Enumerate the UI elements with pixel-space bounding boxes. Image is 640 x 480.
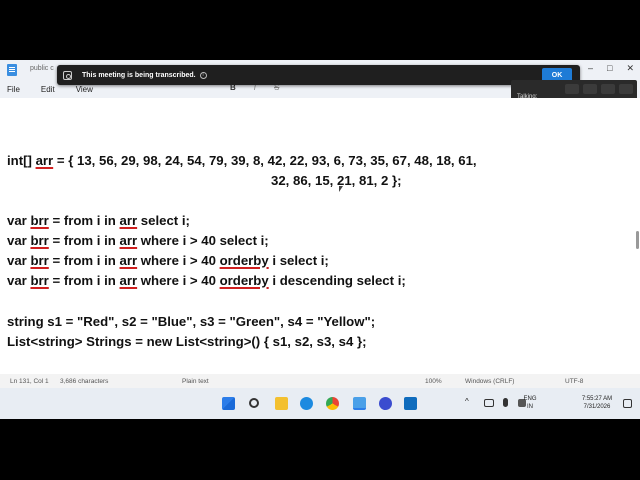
code-line-1: int[] arr = { 13, 56, 29, 98, 24, 54, 79… xyxy=(7,153,477,168)
text-format: Plain text xyxy=(182,378,209,385)
zoom-level[interactable]: 100% xyxy=(425,378,442,385)
misspelled-word: arr xyxy=(119,213,138,228)
transcription-banner: This meeting is being transcribed. i OK xyxy=(57,65,580,85)
banner-message: This meeting is being transcribed. xyxy=(82,71,196,79)
notification-icon[interactable] xyxy=(623,399,632,408)
notepad-icon xyxy=(7,64,17,76)
start-icon[interactable] xyxy=(222,397,235,410)
misspelled-word: brr xyxy=(30,213,49,228)
clock-date: 7/31/2026 xyxy=(583,404,611,410)
menu-view[interactable]: View xyxy=(76,85,93,94)
menu-edit[interactable]: Edit xyxy=(41,85,55,94)
code-token: int[] xyxy=(7,153,36,168)
code-line-3: var brr = from i in arr select i; xyxy=(7,213,190,228)
clock[interactable]: 7:55:27 AM 7/31/2026 xyxy=(575,395,619,411)
code-token: var xyxy=(7,273,31,288)
minimize-button[interactable]: – xyxy=(588,63,593,74)
code-token: var xyxy=(7,253,31,268)
code-token: = { 13, 56, 29, 98, 24, 54, 79, 39, 8, 4… xyxy=(53,153,477,168)
tray-chevron-icon[interactable]: ^ xyxy=(465,398,469,406)
language-indicator[interactable]: ENG IN xyxy=(520,395,540,411)
tab-title[interactable]: public c xyxy=(30,65,54,72)
microphone-tray-icon[interactable] xyxy=(503,398,508,407)
microphone-icon[interactable] xyxy=(583,84,597,94)
meeting-app-icon[interactable] xyxy=(379,397,392,410)
window-controls: – □ ✕ xyxy=(588,63,634,74)
code-token: where i > 40 select i; xyxy=(137,233,269,248)
search-icon[interactable] xyxy=(249,398,259,408)
info-icon[interactable]: i xyxy=(199,71,207,79)
code-token: i select i; xyxy=(268,253,329,268)
code-token: = from i in xyxy=(48,213,120,228)
maximize-button[interactable]: □ xyxy=(607,63,612,74)
misspelled-word: arr xyxy=(119,253,138,268)
misspelled-word: brr xyxy=(30,233,49,248)
misspelled-word: brr xyxy=(30,273,49,288)
code-line-8: List<string> Strings = new List<string>(… xyxy=(7,334,367,349)
meeting-controls xyxy=(565,84,633,94)
code-token: var xyxy=(7,233,31,248)
close-button[interactable]: ✕ xyxy=(626,63,634,74)
code-token: var xyxy=(7,213,31,228)
code-token: = from i in xyxy=(48,253,120,268)
code-token: where i > 40 xyxy=(137,273,220,288)
share-icon[interactable] xyxy=(601,84,615,94)
misspelled-word: orderby xyxy=(219,273,269,288)
cursor-position: Ln 131, Col 1 xyxy=(10,378,49,385)
code-token: where i > 40 xyxy=(137,253,220,268)
notepad-taskbar-icon[interactable] xyxy=(353,397,366,410)
code-line-7: string s1 = "Red", s2 = "Blue", s3 = "Gr… xyxy=(7,314,376,329)
status-bar: Ln 131, Col 1 3,686 characters Plain tex… xyxy=(0,374,640,388)
language-region: IN xyxy=(527,404,533,410)
language-code: ENG xyxy=(523,396,537,402)
scrollbar-thumb[interactable] xyxy=(636,231,639,249)
desktop-screen: public c – □ ✕ File Edit View B I S This… xyxy=(0,60,640,419)
vertical-scrollbar[interactable] xyxy=(634,98,640,374)
code-token: = from i in xyxy=(48,233,120,248)
character-count: 3,686 characters xyxy=(60,378,109,385)
line-ending[interactable]: Windows (CRLF) xyxy=(465,378,514,385)
taskbar: ^ ENG IN 7:55:27 AM 7/31/2026 xyxy=(0,388,640,419)
misspelled-word: arr xyxy=(119,233,138,248)
misspelled-word: arr xyxy=(119,273,138,288)
code-line-4: var brr = from i in arr where i > 40 sel… xyxy=(7,233,269,248)
misspelled-word: arr xyxy=(35,153,54,168)
code-token: select i; xyxy=(137,213,190,228)
mouse-cursor-icon xyxy=(339,186,343,192)
edge-icon[interactable] xyxy=(300,397,313,410)
menu-file[interactable]: File xyxy=(7,85,20,94)
camera-icon[interactable] xyxy=(565,84,579,94)
network-icon[interactable] xyxy=(484,399,494,407)
misspelled-word: orderby xyxy=(219,253,269,268)
encoding[interactable]: UTF-8 xyxy=(565,378,583,385)
code-line-5: var brr = from i in arr where i > 40 ord… xyxy=(7,253,329,268)
leave-icon[interactable] xyxy=(619,84,633,94)
code-token: = from i in xyxy=(48,273,120,288)
file-explorer-icon[interactable] xyxy=(275,397,288,410)
transcription-icon xyxy=(63,70,72,80)
misspelled-word: brr xyxy=(30,253,49,268)
outlook-icon[interactable] xyxy=(404,397,417,410)
chrome-icon[interactable] xyxy=(326,397,339,410)
clock-time: 7:55:27 AM xyxy=(581,396,613,402)
text-editor[interactable]: int[] arr = { 13, 56, 29, 98, 24, 54, 79… xyxy=(0,98,634,374)
code-line-2: 32, 86, 15, 21, 81, 2 }; xyxy=(271,173,402,188)
code-line-6: var brr = from i in arr where i > 40 ord… xyxy=(7,273,406,288)
code-token: i descending select i; xyxy=(268,273,406,288)
